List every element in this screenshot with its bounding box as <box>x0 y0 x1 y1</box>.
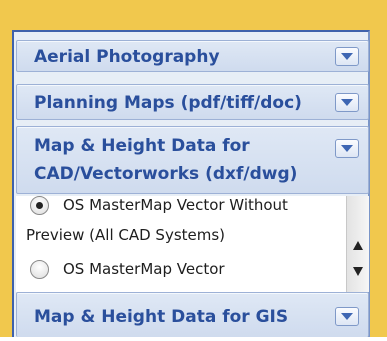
option-label-line2: Preview (All CAD Systems) <box>26 226 226 244</box>
radio-button[interactable] <box>30 260 49 279</box>
expand-button[interactable] <box>335 139 359 158</box>
section-title: Planning Maps (pdf/tiff/doc) <box>34 93 302 113</box>
section-cad-vectorworks[interactable]: Map & Height Data for CAD/Vectorworks (d… <box>16 126 369 194</box>
radio-option[interactable]: OS MasterMap Vector Without Preview (All… <box>16 196 338 254</box>
scroll-down-icon[interactable] <box>353 267 363 276</box>
chevron-down-icon <box>341 99 353 106</box>
expand-button[interactable] <box>335 47 359 66</box>
section-title: Map & Height Data for GIS <box>34 307 289 327</box>
expand-button[interactable] <box>335 307 359 326</box>
chevron-down-icon <box>341 53 353 60</box>
chevron-down-icon <box>341 313 353 320</box>
section-aerial-photography[interactable]: Aerial Photography <box>16 40 369 72</box>
chevron-down-icon <box>341 145 353 152</box>
radio-option[interactable]: OS MasterMap Vector AutoCAD/MapInfo <box>16 254 338 292</box>
option-label-line1: OS MasterMap Vector <box>63 260 225 278</box>
option-label-line1: OS MasterMap Vector Without <box>63 196 288 214</box>
section-title: Map & Height Data for CAD/Vectorworks (d… <box>34 136 298 184</box>
section-planning-maps[interactable]: Planning Maps (pdf/tiff/doc) <box>16 84 369 120</box>
expand-button[interactable] <box>335 93 359 112</box>
section-content: OS MasterMap Vector Without Preview (All… <box>16 196 369 292</box>
section-gis[interactable]: Map & Height Data for GIS <box>16 292 369 337</box>
scroll-up-icon[interactable] <box>353 241 363 250</box>
radio-button-selected[interactable] <box>30 196 49 215</box>
section-title: Aerial Photography <box>34 47 220 67</box>
option-label-line2: AutoCAD/MapInfo <box>26 284 158 292</box>
scrollbar[interactable] <box>346 196 369 292</box>
